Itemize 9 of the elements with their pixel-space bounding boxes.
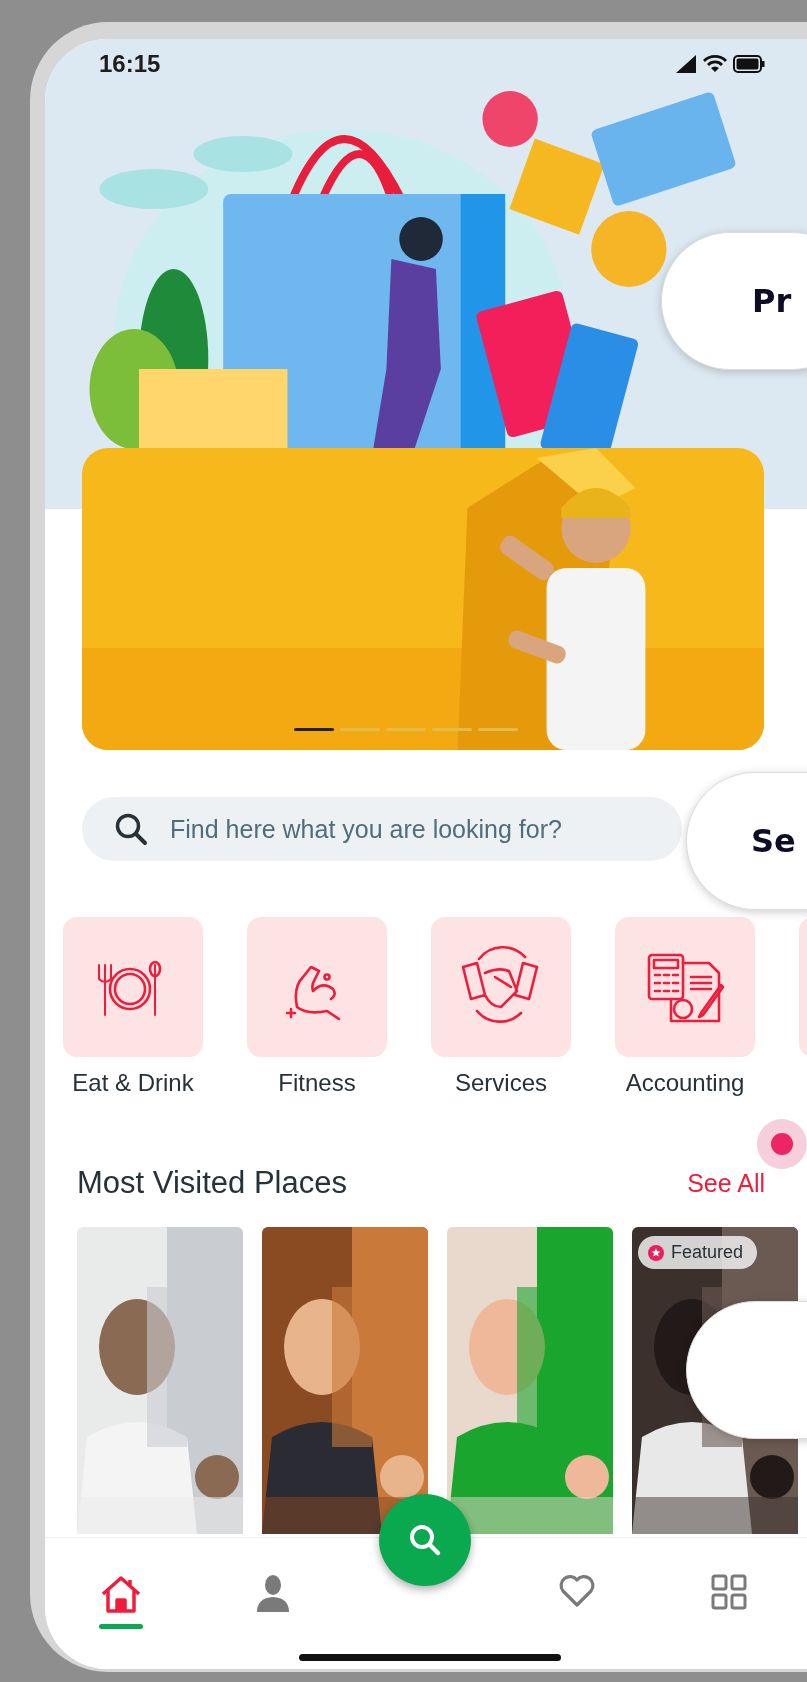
floating-pill-button[interactable]: Se [686, 772, 807, 910]
see-all-link[interactable]: See All [687, 1168, 765, 1198]
category-label: Services [455, 1069, 547, 1097]
category-label: Accounting [625, 1069, 745, 1097]
featured-badge: Featured [638, 1236, 758, 1269]
search-field[interactable]: Find here what you are looking for? [82, 797, 682, 861]
category-label: Fitness [278, 1069, 356, 1097]
section-title: Most Visited Places [77, 1165, 347, 1201]
category-label: Eat & Drink [72, 1069, 194, 1097]
